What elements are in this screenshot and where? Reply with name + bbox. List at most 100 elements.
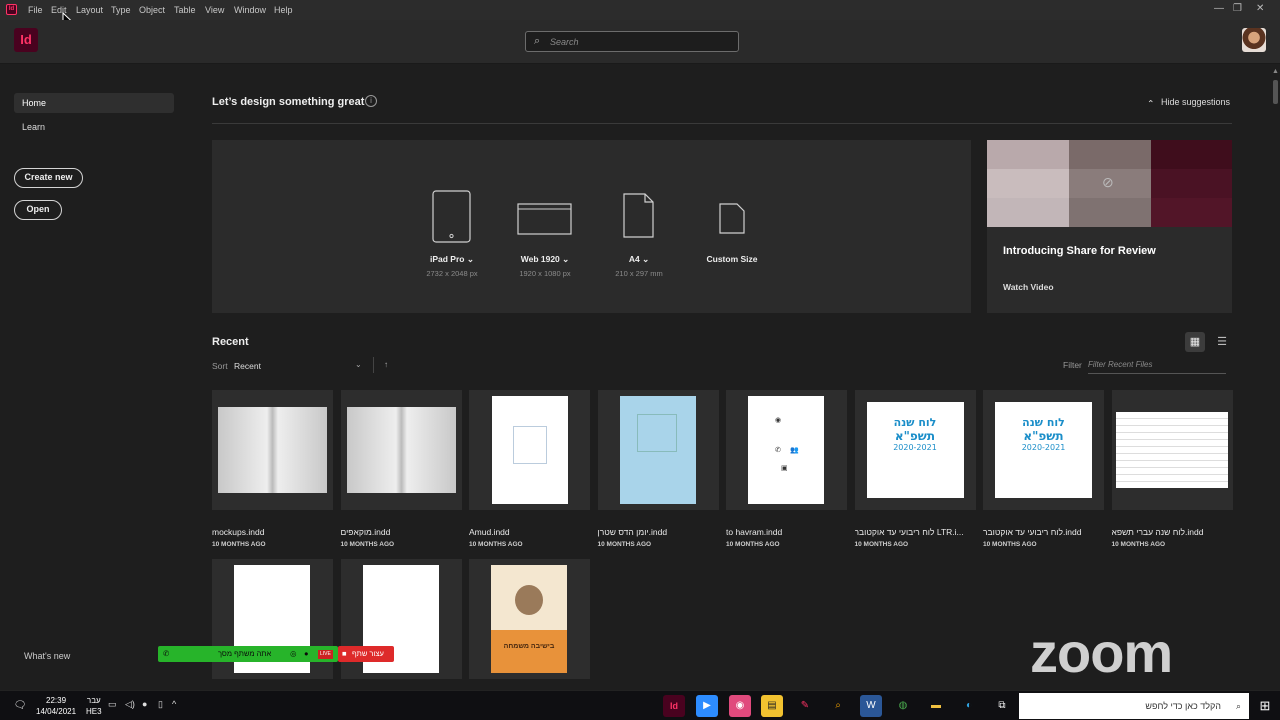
sort-select[interactable]: Recent <box>234 361 261 371</box>
recent-file-tile[interactable]: mockups.indd 10 MONTHS AGO <box>212 390 333 548</box>
camera-app-icon[interactable]: ◉ <box>729 695 751 717</box>
promo-swatch <box>1069 198 1151 227</box>
whats-new-link[interactable]: What's new <box>24 651 70 661</box>
filter-input[interactable] <box>1088 356 1226 374</box>
calendar-year: תשפ"א <box>894 429 936 443</box>
recent-file-tile[interactable]: Amud.indd 10 MONTHS AGO <box>469 390 590 548</box>
restore-button[interactable]: ❐ <box>1233 3 1242 14</box>
taskbar-search-box[interactable]: הקלד כאן כדי לחפש ⌕ <box>1019 693 1249 719</box>
preset-panel: iPad Pro ⌄ 2732 x 2048 px Web 1920 ⌄ 192… <box>212 140 971 313</box>
recent-file-tile[interactable]: ◉ ✆ 👥 ▣ to havram.indd 10 MONTHS AGO <box>726 390 847 548</box>
watch-video-link[interactable]: Watch Video <box>1003 282 1054 292</box>
zoom-taskbar-icon[interactable]: ▶ <box>696 695 718 717</box>
promo-swatch <box>987 169 1069 198</box>
screen-share-bar[interactable]: ✆ אתה משתף מסך ◎ ● LIVE <box>158 646 338 662</box>
sidebar-item-home[interactable]: Home <box>14 93 174 113</box>
file-age: 10 MONTHS AGO <box>854 541 909 548</box>
windows-start-icon[interactable]: ⊞ <box>1254 695 1276 717</box>
sidebar: Home Learn Create new Open What's new <box>0 64 190 690</box>
preset-a4[interactable]: A4 ⌄ 210 x 297 mm <box>589 190 689 278</box>
file-name: לוח שנה עברי תשפא.indd <box>1111 527 1204 537</box>
file-name: Amud.indd <box>469 527 510 537</box>
menu-type[interactable]: Type <box>111 5 131 15</box>
recent-file-tile[interactable]: יומן הדס שטרן.indd 10 MONTHS AGO <box>597 390 719 548</box>
menu-table[interactable]: Table <box>174 5 196 15</box>
menu-object[interactable]: Object <box>139 5 165 15</box>
avatar[interactable] <box>1242 28 1266 52</box>
search-icon: ⌕ <box>1235 701 1241 711</box>
clock[interactable]: 22:39 14/04/2021 <box>36 695 76 717</box>
file-thumbnail: לוח שנה תשפ"א 2020-2021 <box>854 390 976 510</box>
scroll-up-icon[interactable]: ▲ <box>1272 68 1279 75</box>
file-name: מוקאפים.indd <box>340 527 391 537</box>
scrollbar[interactable]: ▲ <box>1271 64 1280 690</box>
chevron-down-icon[interactable]: ⌄ <box>355 360 362 369</box>
zoom-watermark-logo: zoom <box>1030 621 1173 684</box>
hide-suggestions-button[interactable]: ⌄ Hide suggestions <box>1147 97 1230 108</box>
app-icon[interactable]: ✎ <box>794 695 816 717</box>
stop-share-button[interactable]: ■ עצור שתף <box>338 646 394 662</box>
pause-icon: ◎ <box>290 649 297 658</box>
promo-swatch <box>1069 140 1151 169</box>
open-button[interactable]: Open <box>14 200 62 220</box>
file-age: 10 MONTHS AGO <box>340 541 395 548</box>
chevron-up-icon[interactable]: ^ <box>172 699 176 709</box>
display-icon[interactable]: ▭ <box>108 699 117 710</box>
edge-icon[interactable]: ◐ <box>958 695 980 717</box>
info-icon[interactable]: i <box>365 95 377 107</box>
menu-window[interactable]: Window <box>234 5 266 15</box>
volume-icon[interactable]: ◁) <box>125 699 135 710</box>
chevron-up-icon: ⌄ <box>1147 98 1155 108</box>
phone-icon: ✆ <box>163 649 170 658</box>
sticky-notes-icon[interactable]: ▤ <box>761 695 783 717</box>
preset-web-1920[interactable]: Web 1920 ⌄ 1920 x 1080 px <box>495 190 595 278</box>
recent-file-tile[interactable]: מוקאפים.indd 10 MONTHS AGO <box>340 390 462 548</box>
recent-file-tile[interactable]: לוח שנה תשפ"א 2020-2021 לוח ריבועי עד אוקטו… <box>983 390 1104 548</box>
close-button[interactable]: ✕ <box>1256 3 1264 14</box>
file-age: 10 MONTHS AGO <box>726 541 780 548</box>
preset-ipad-pro[interactable]: iPad Pro ⌄ 2732 x 2048 px <box>402 190 502 278</box>
grid-view-icon[interactable]: ▦ <box>1185 332 1205 352</box>
indesign-taskbar-icon[interactable]: Id <box>663 695 685 717</box>
language-indicator[interactable]: עבר HE3 <box>86 695 102 717</box>
task-view-icon[interactable]: ⧉ <box>991 695 1013 717</box>
shield-icon: ● <box>304 649 309 658</box>
menu-layout[interactable]: Layout <box>76 5 103 15</box>
network-icon[interactable]: ▯ <box>158 699 163 710</box>
chevron-down-icon: ⌄ <box>562 254 570 264</box>
promo-card[interactable]: ⊘ Introducing Share for Review Watch Vid… <box>987 140 1232 313</box>
notifications-icon[interactable]: 🗨 <box>9 695 31 717</box>
word-icon[interactable]: W <box>860 695 882 717</box>
calendar-thumbnail: לוח שנה תשפ"א 2020-2021 <box>866 402 964 498</box>
scroll-thumb[interactable] <box>1273 80 1278 104</box>
recent-file-tile[interactable]: בישיבה משמחה <box>469 559 590 679</box>
menu-view[interactable]: View <box>205 5 224 15</box>
menu-help[interactable]: Help <box>274 5 293 15</box>
hide-suggestions-label: Hide suggestions <box>1160 97 1230 107</box>
minimize-button[interactable]: — <box>1214 3 1224 14</box>
sidebar-item-learn[interactable]: Learn <box>14 117 174 137</box>
chrome-icon[interactable]: ◍ <box>892 695 914 717</box>
microphone-icon[interactable]: ● <box>142 699 147 709</box>
preset-custom-size[interactable]: Custom Size <box>682 190 782 264</box>
file-age: 10 MONTHS AGO <box>469 541 523 548</box>
recent-file-tile[interactable]: לוח שנה עברי תשפא.indd 10 MONTHS AGO <box>1111 390 1233 548</box>
stop-share-label: עצור שתף <box>352 649 384 658</box>
chevron-down-icon: ⌄ <box>642 254 650 264</box>
stop-icon: ■ <box>342 649 347 658</box>
file-thumbnail <box>597 390 719 510</box>
list-view-icon[interactable]: ☰ <box>1212 332 1232 352</box>
preset-size: 210 x 297 mm <box>615 269 663 278</box>
menu-file[interactable]: File <box>28 5 43 15</box>
search-input[interactable] <box>550 34 730 49</box>
recent-file-tile[interactable]: לוח שנה תשפ"א 2020-2021 לוח ריבועי עד אוקטו… <box>854 390 976 548</box>
search-app-icon[interactable]: ⌕ <box>827 695 849 717</box>
create-new-button[interactable]: Create new <box>14 168 83 188</box>
no-image-icon: ⊘ <box>1102 174 1114 190</box>
divider <box>212 123 1232 124</box>
sort-direction-icon[interactable]: ↑ <box>384 360 388 369</box>
search-box[interactable]: ⌕ <box>525 31 739 52</box>
promo-swatch: ⊘ <box>1069 169 1151 198</box>
file-explorer-icon[interactable]: ▬ <box>925 695 947 717</box>
page-title: Let’s design something great <box>212 96 365 108</box>
